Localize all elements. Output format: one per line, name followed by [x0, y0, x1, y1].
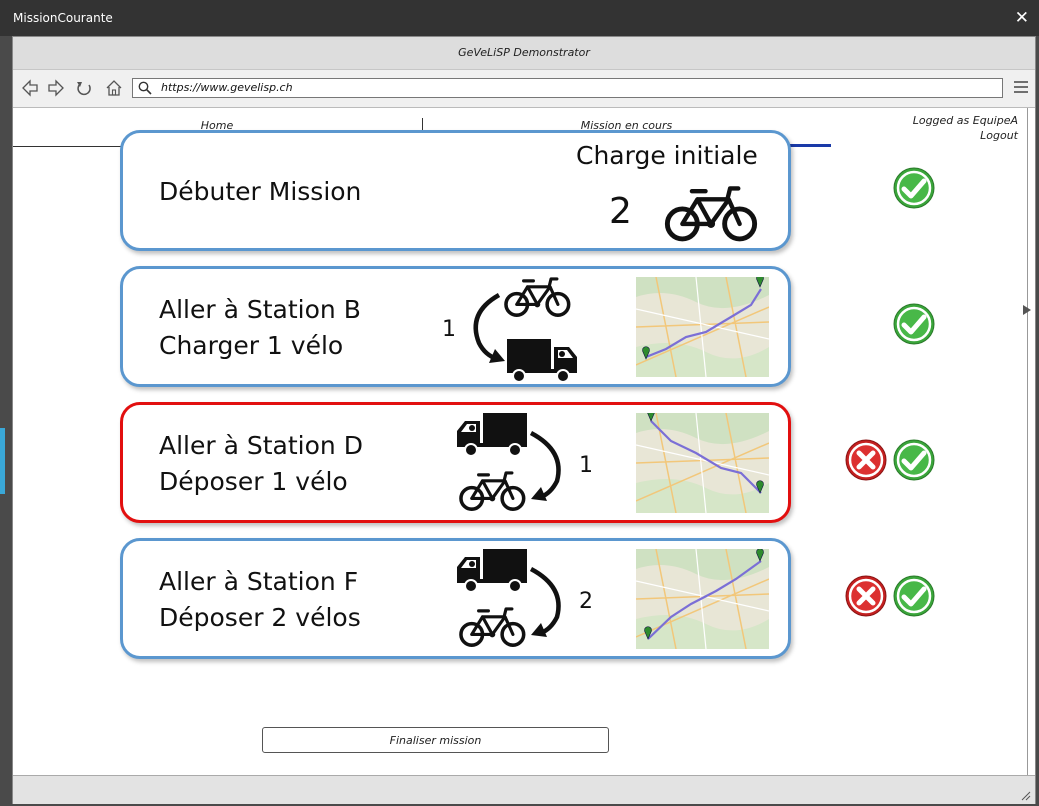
cancel-icon[interactable] — [845, 575, 887, 617]
step-title: Aller à Station D — [159, 431, 363, 460]
logout-link[interactable]: Logout — [913, 128, 1018, 143]
initial-charge-label: Charge initiale — [576, 141, 758, 170]
route-map — [636, 549, 769, 649]
browser-frame: GeVeLiSP Demonstrator Home Mission en co… — [12, 36, 1036, 804]
unload-diagram — [457, 549, 561, 647]
mission-step-card[interactable]: Débuter Mission Charge initiale 2 — [120, 130, 791, 251]
close-icon[interactable]: ✕ — [1015, 8, 1029, 28]
truck-icon — [457, 413, 527, 457]
curved-arrow-icon — [473, 293, 501, 362]
logged-as-label: Logged as EquipeA — [912, 114, 1018, 127]
check-icon[interactable] — [893, 575, 935, 617]
curved-arrow-icon — [529, 431, 561, 500]
check-icon[interactable] — [893, 167, 935, 209]
address-toolbar — [13, 70, 1035, 108]
check-icon[interactable] — [893, 439, 935, 481]
cancel-icon[interactable] — [845, 439, 887, 481]
app-window: MissionCourante ✕ GeVeLiSP Demonstrator … — [0, 0, 1039, 806]
search-icon — [138, 81, 152, 95]
side-handle[interactable] — [0, 428, 5, 494]
truck-icon — [457, 549, 527, 593]
scroll-track[interactable] — [1027, 108, 1028, 775]
window-title: MissionCourante — [13, 11, 113, 25]
step-title: Aller à Station B — [159, 295, 361, 324]
check-icon[interactable] — [893, 303, 935, 345]
scroll-arrow-icon[interactable] — [1023, 305, 1031, 315]
page-content: Home Mission en cours Logged as EquipeA … — [13, 108, 1035, 775]
back-icon[interactable] — [21, 79, 39, 97]
step-action: Déposer 1 vélo — [159, 467, 348, 496]
step-title: Débuter Mission — [159, 177, 362, 206]
url-input[interactable] — [159, 80, 963, 95]
user-info: Logged as EquipeA Logout — [913, 113, 1018, 143]
url-bar[interactable] — [132, 78, 1003, 98]
step-action: Charger 1 vélo — [159, 331, 344, 360]
load-diagram — [473, 277, 577, 383]
step-action: Déposer 2 vélos — [159, 603, 361, 632]
window-titlebar: MissionCourante ✕ — [0, 0, 1039, 36]
route-map — [636, 413, 769, 513]
home-icon[interactable] — [105, 79, 123, 97]
left-edge — [0, 36, 12, 806]
truck-icon — [507, 339, 577, 383]
bicycle-icon — [459, 471, 526, 511]
resize-grip-icon[interactable] — [1019, 789, 1031, 801]
initial-charge-count: 2 — [609, 191, 632, 232]
mission-step-card[interactable]: Aller à Station B Charger 1 vélo 1 — [120, 266, 791, 387]
forward-icon[interactable] — [47, 79, 65, 97]
status-bar — [13, 775, 1035, 804]
finalize-mission-button[interactable]: Finaliser mission — [262, 727, 609, 753]
menu-icon[interactable] — [1013, 80, 1029, 94]
curved-arrow-icon — [529, 567, 561, 636]
unload-diagram — [457, 413, 561, 511]
bicycle-icon — [459, 607, 526, 647]
bike-count: 1 — [442, 317, 456, 342]
step-title: Aller à Station F — [159, 567, 359, 596]
reload-icon[interactable] — [75, 79, 93, 97]
bicycle-icon — [664, 186, 758, 242]
bicycle-icon — [504, 277, 571, 317]
app-title: GeVeLiSP Demonstrator — [13, 37, 1035, 70]
mission-step-card[interactable]: Aller à Station F Déposer 2 vélos 2 — [120, 538, 791, 659]
mission-step-card[interactable]: Aller à Station D Déposer 1 vélo 1 — [120, 402, 791, 523]
route-map — [636, 277, 769, 377]
